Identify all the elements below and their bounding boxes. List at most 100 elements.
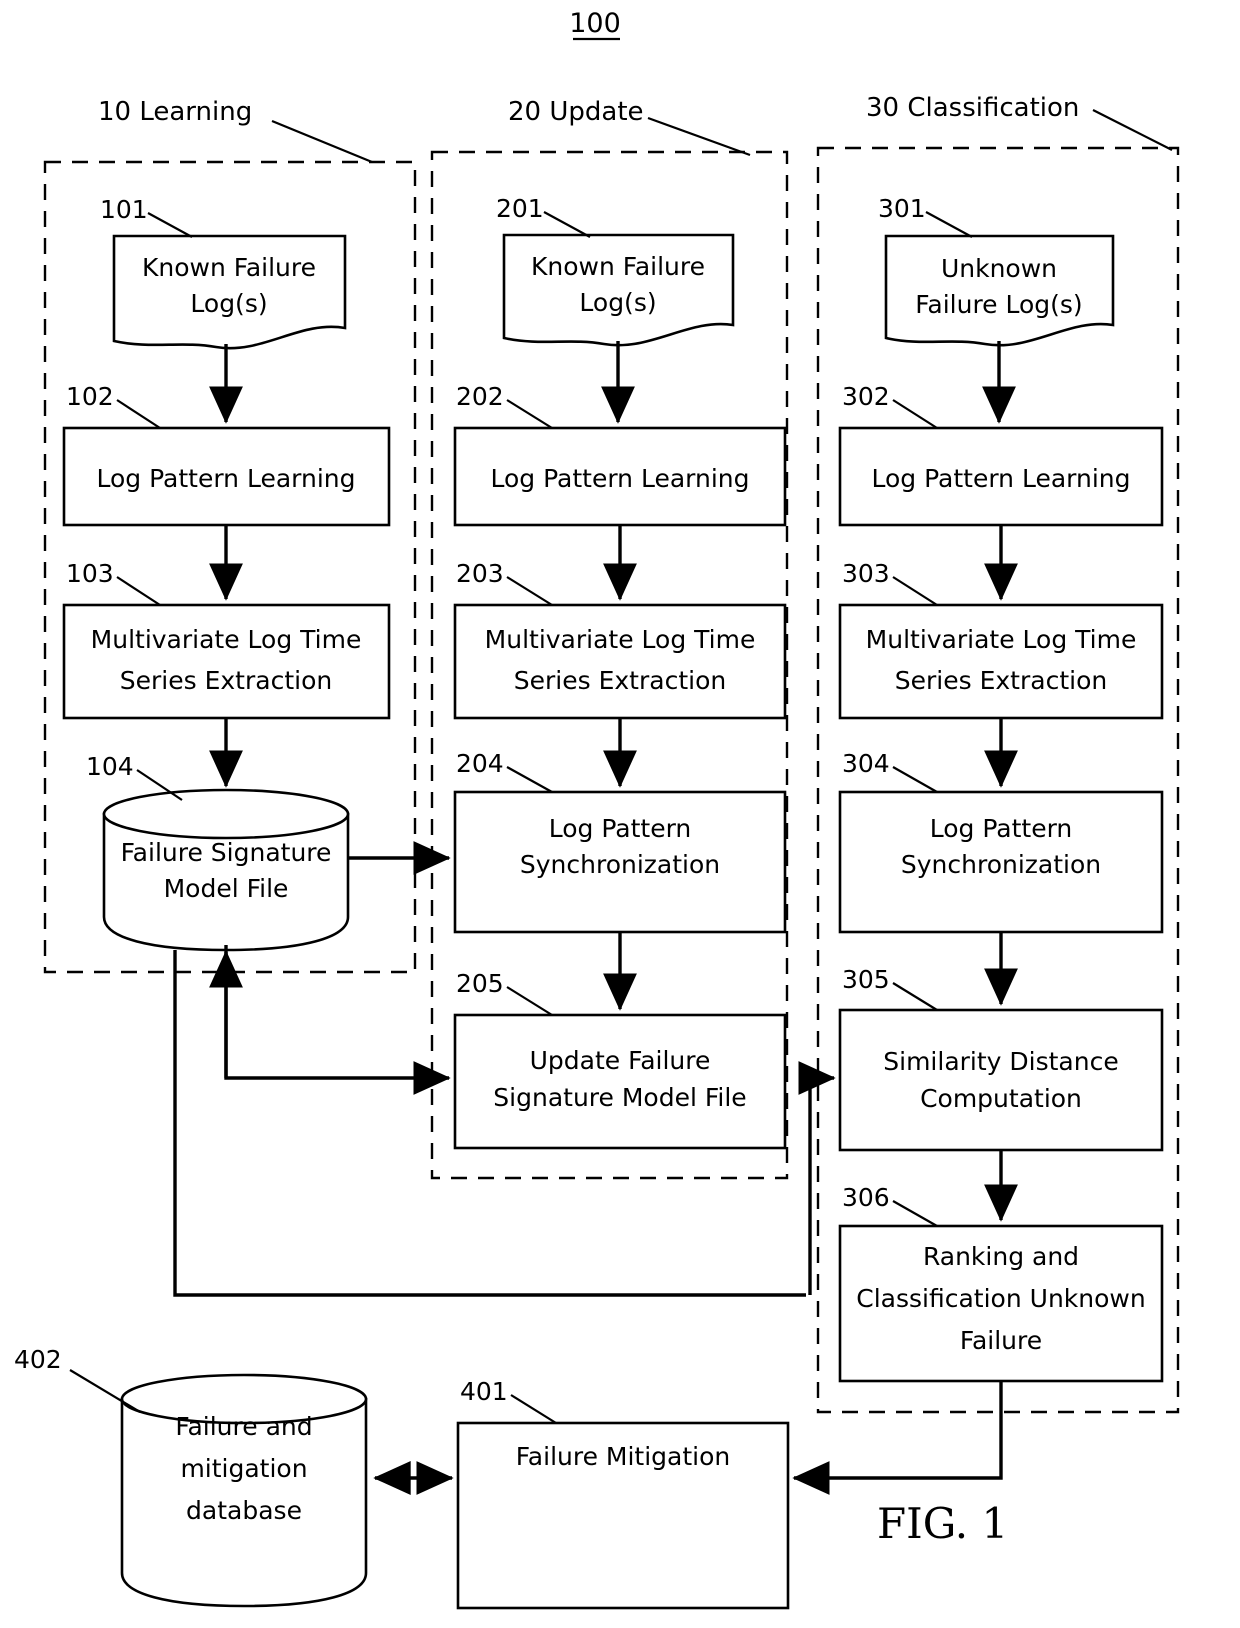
node-302[interactable]: Log Pattern Learning <box>838 426 1164 527</box>
node-302-ref: 302 <box>842 382 938 429</box>
figure-caption: FIG. 1 <box>877 1499 1008 1548</box>
node-306-leader <box>892 1200 938 1227</box>
node-303-box <box>838 603 1164 720</box>
node-306-ref-text: 306 <box>842 1183 890 1212</box>
node-306-ref: 306 <box>842 1183 938 1227</box>
node-302-leader <box>892 399 938 429</box>
node-301-line2: Failure Log(s) <box>915 290 1082 319</box>
node-304-leader <box>892 766 938 793</box>
node-304-ref-text: 304 <box>842 749 890 778</box>
node-202-ref-text: 202 <box>456 382 504 411</box>
node-202-line1: Log Pattern Learning <box>490 464 749 493</box>
node-104-line1: Failure Signature <box>121 838 332 867</box>
node-202-leader <box>506 399 553 429</box>
node-306-line2: Classification Unknown <box>856 1284 1145 1313</box>
node-204-ref-text: 204 <box>456 749 504 778</box>
node-103[interactable]: Multivariate Log Time Series Extraction <box>62 603 391 720</box>
node-101-ref-text: 101 <box>100 195 148 224</box>
node-203-line2: Series Extraction <box>514 666 726 695</box>
node-303-leader <box>892 576 938 606</box>
node-401-ref: 401 <box>460 1377 557 1424</box>
node-203-box <box>453 603 787 720</box>
node-201[interactable]: Known Failure Log(s) <box>502 233 735 347</box>
node-401-ref-text: 401 <box>460 1377 508 1406</box>
node-305-box <box>838 1008 1164 1152</box>
node-301-leader <box>925 211 973 238</box>
node-301-ref-text: 301 <box>878 194 926 223</box>
node-103-ref-text: 103 <box>66 559 114 588</box>
node-205-ref: 205 <box>456 969 553 1016</box>
node-102-line1: Log Pattern Learning <box>96 464 355 493</box>
node-102-ref: 102 <box>66 382 161 429</box>
node-304[interactable]: Log Pattern Synchronization <box>838 790 1164 934</box>
node-203-ref: 203 <box>456 559 553 606</box>
phase-label-learning-text: 10 Learning <box>98 97 252 127</box>
node-303-line2: Series Extraction <box>895 666 1107 695</box>
node-205[interactable]: Update Failure Signature Model File <box>453 1013 787 1150</box>
node-306[interactable]: Ranking and Classification Unknown Failu… <box>838 1224 1164 1383</box>
connector-306-to-401 <box>792 1381 1003 1495</box>
node-402-ref-text: 402 <box>14 1345 62 1374</box>
node-401[interactable]: Failure Mitigation <box>456 1421 790 1610</box>
phase-label-update: 20 Update <box>508 97 751 157</box>
node-101-ref: 101 <box>100 195 193 238</box>
node-304-line1: Log Pattern <box>930 814 1073 843</box>
node-202[interactable]: Log Pattern Learning <box>453 426 787 527</box>
figure-number: 100 <box>569 8 621 41</box>
node-104-ref-text: 104 <box>86 752 134 781</box>
connector-feedback-to-305 <box>798 1061 836 1295</box>
node-305-leader <box>892 982 938 1011</box>
node-204-leader <box>506 766 553 793</box>
node-204[interactable]: Log Pattern Synchronization <box>453 790 787 934</box>
node-306-line1: Ranking and <box>923 1242 1079 1271</box>
node-201-leader <box>543 211 591 238</box>
node-104-line2: Model File <box>164 874 289 903</box>
node-303[interactable]: Multivariate Log Time Series Extraction <box>838 603 1164 720</box>
node-104[interactable]: Failure Signature Model File <box>102 788 350 952</box>
node-203-leader <box>506 576 553 606</box>
phase-label-classification-text: 30 Classification <box>866 93 1079 123</box>
node-101-leader <box>147 212 193 238</box>
node-305[interactable]: Similarity Distance Computation <box>838 1008 1164 1152</box>
node-205-line2: Signature Model File <box>493 1083 746 1112</box>
node-203[interactable]: Multivariate Log Time Series Extraction <box>453 603 787 720</box>
node-203-line1: Multivariate Log Time <box>485 625 756 654</box>
node-204-ref: 204 <box>456 749 553 793</box>
phase-label-learning: 10 Learning <box>98 97 373 164</box>
patent-figure-1: 100 10 Learning 20 Update 30 Classificat… <box>14 8 1180 1610</box>
phase-label-classification: 30 Classification <box>866 93 1173 151</box>
node-103-ref: 103 <box>66 559 161 606</box>
node-303-ref-text: 303 <box>842 559 890 588</box>
node-205-leader <box>506 986 553 1016</box>
node-101-line1: Known Failure <box>142 253 316 282</box>
phase-leader-classification <box>1092 109 1173 151</box>
node-101-line2: Log(s) <box>190 289 267 318</box>
phase-leader-learning <box>271 119 373 164</box>
node-302-line1: Log Pattern Learning <box>871 464 1130 493</box>
node-101[interactable]: Known Failure Log(s) <box>112 234 347 350</box>
node-301[interactable]: Unknown Failure Log(s) <box>884 234 1115 347</box>
node-102-leader <box>116 399 161 429</box>
node-306-line3: Failure <box>960 1326 1042 1355</box>
node-303-ref: 303 <box>842 559 938 606</box>
node-201-ref-text: 201 <box>496 194 544 223</box>
node-103-box <box>62 603 391 720</box>
node-201-line1: Known Failure <box>531 252 705 281</box>
node-203-ref-text: 203 <box>456 559 504 588</box>
node-402-line2: mitigation <box>180 1454 307 1483</box>
node-201-line2: Log(s) <box>579 288 656 317</box>
node-201-ref: 201 <box>496 194 591 238</box>
figure-number-text: 100 <box>569 8 621 39</box>
node-304-ref: 304 <box>842 749 938 793</box>
node-303-line1: Multivariate Log Time <box>866 625 1137 654</box>
node-401-leader <box>510 1394 557 1424</box>
node-205-ref-text: 205 <box>456 969 504 998</box>
node-402[interactable]: Failure and mitigation database <box>120 1373 368 1608</box>
node-102[interactable]: Log Pattern Learning <box>62 426 391 527</box>
node-304-line2: Synchronization <box>901 850 1101 879</box>
phase-label-update-text: 20 Update <box>508 97 644 127</box>
node-402-line3: database <box>186 1496 302 1525</box>
node-204-line1: Log Pattern <box>549 814 692 843</box>
node-103-leader <box>116 576 161 606</box>
node-305-ref-text: 305 <box>842 965 890 994</box>
